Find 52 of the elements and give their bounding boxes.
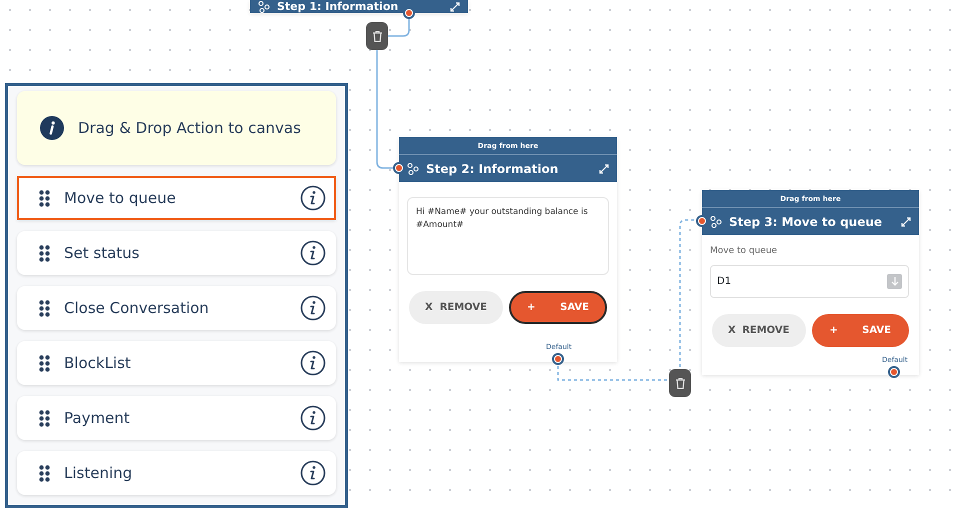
action-label: BlockList xyxy=(64,352,132,374)
message-field[interactable]: Hi #Name# your outstanding balance is #Amount# xyxy=(407,197,609,275)
delete-button[interactable] xyxy=(366,22,388,50)
action-item[interactable]: Set status xyxy=(17,231,336,275)
action-item[interactable]: Listening xyxy=(17,451,336,495)
drag-handle-icon[interactable] xyxy=(39,244,50,262)
trash-icon xyxy=(372,30,382,42)
save-button[interactable]: + SAVE xyxy=(812,314,909,346)
node-title: Step 3: Move to queue xyxy=(729,214,884,230)
action-item[interactable]: Move to queue xyxy=(17,176,336,220)
action-label: Move to queue xyxy=(64,188,177,209)
workflow-icon xyxy=(258,0,271,12)
drag-handle-icon[interactable] xyxy=(39,464,50,482)
action-item[interactable]: BlockList xyxy=(17,341,336,385)
expand-icon[interactable] xyxy=(599,164,609,174)
trash-icon xyxy=(676,378,684,388)
info-icon[interactable] xyxy=(300,405,326,431)
expand-icon[interactable] xyxy=(901,216,911,226)
drag-handle-icon[interactable] xyxy=(39,190,50,206)
info-icon[interactable] xyxy=(300,350,326,376)
action-label: Payment xyxy=(64,408,131,429)
input-port[interactable] xyxy=(393,162,405,174)
info-icon[interactable] xyxy=(300,460,326,486)
action-label: Close Conversation xyxy=(64,298,210,319)
remove-button[interactable]: X REMOVE xyxy=(712,314,806,346)
input-port[interactable] xyxy=(403,7,415,19)
queue-select[interactable]: D1 xyxy=(710,264,909,298)
action-item[interactable]: Close Conversation xyxy=(17,286,336,330)
info-icon[interactable] xyxy=(300,295,326,321)
delete-button[interactable] xyxy=(669,369,691,397)
info-icon[interactable] xyxy=(300,185,326,211)
remove-button[interactable]: X REMOVE xyxy=(409,291,503,324)
action-label: Set status xyxy=(64,242,140,264)
info-text: Drag & Drop Action to canvas xyxy=(78,118,301,139)
drag-handle-icon[interactable] xyxy=(39,300,50,316)
node-title: Step 1: Information xyxy=(277,0,400,12)
expand-icon[interactable] xyxy=(450,2,460,12)
output-port[interactable] xyxy=(888,366,900,378)
info-icon xyxy=(40,116,64,140)
drag-handle-icon[interactable] xyxy=(39,410,50,426)
info-icon[interactable] xyxy=(300,240,326,266)
field-label: Move to queue xyxy=(710,245,778,258)
arrow-down-icon xyxy=(890,276,898,286)
input-port[interactable] xyxy=(696,215,708,227)
workflow-icon xyxy=(710,216,723,228)
workflow-icon xyxy=(407,162,420,174)
action-item[interactable]: Payment xyxy=(17,396,336,440)
node-title: Step 2: Information xyxy=(426,160,560,178)
drag-handle-icon[interactable] xyxy=(39,354,50,372)
action-label: Listening xyxy=(64,462,134,484)
save-button[interactable]: + SAVE xyxy=(509,291,607,324)
output-port[interactable] xyxy=(552,353,564,365)
